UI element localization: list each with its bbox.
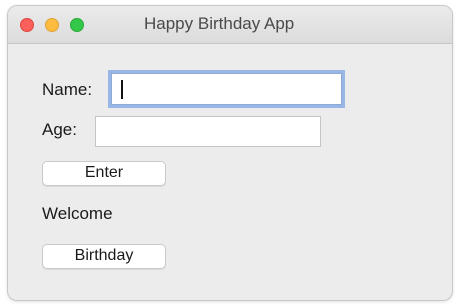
age-label: Age: [42,120,77,139]
welcome-message: Welcome [42,204,113,223]
minimize-window-button[interactable] [45,18,59,32]
window-title: Happy Birthday App [144,14,295,33]
text-cursor [121,80,123,99]
enter-button[interactable]: Enter [42,161,166,186]
title-bar[interactable]: Happy Birthday App [8,6,452,44]
age-input[interactable] [95,116,321,147]
close-window-button[interactable] [20,18,34,32]
name-input[interactable] [111,73,342,105]
birthday-button[interactable]: Birthday [42,244,166,269]
maximize-window-button[interactable] [70,18,84,32]
app-window: Happy Birthday App Name: Age: Enter Welc… [7,5,453,301]
name-label: Name: [42,80,93,99]
